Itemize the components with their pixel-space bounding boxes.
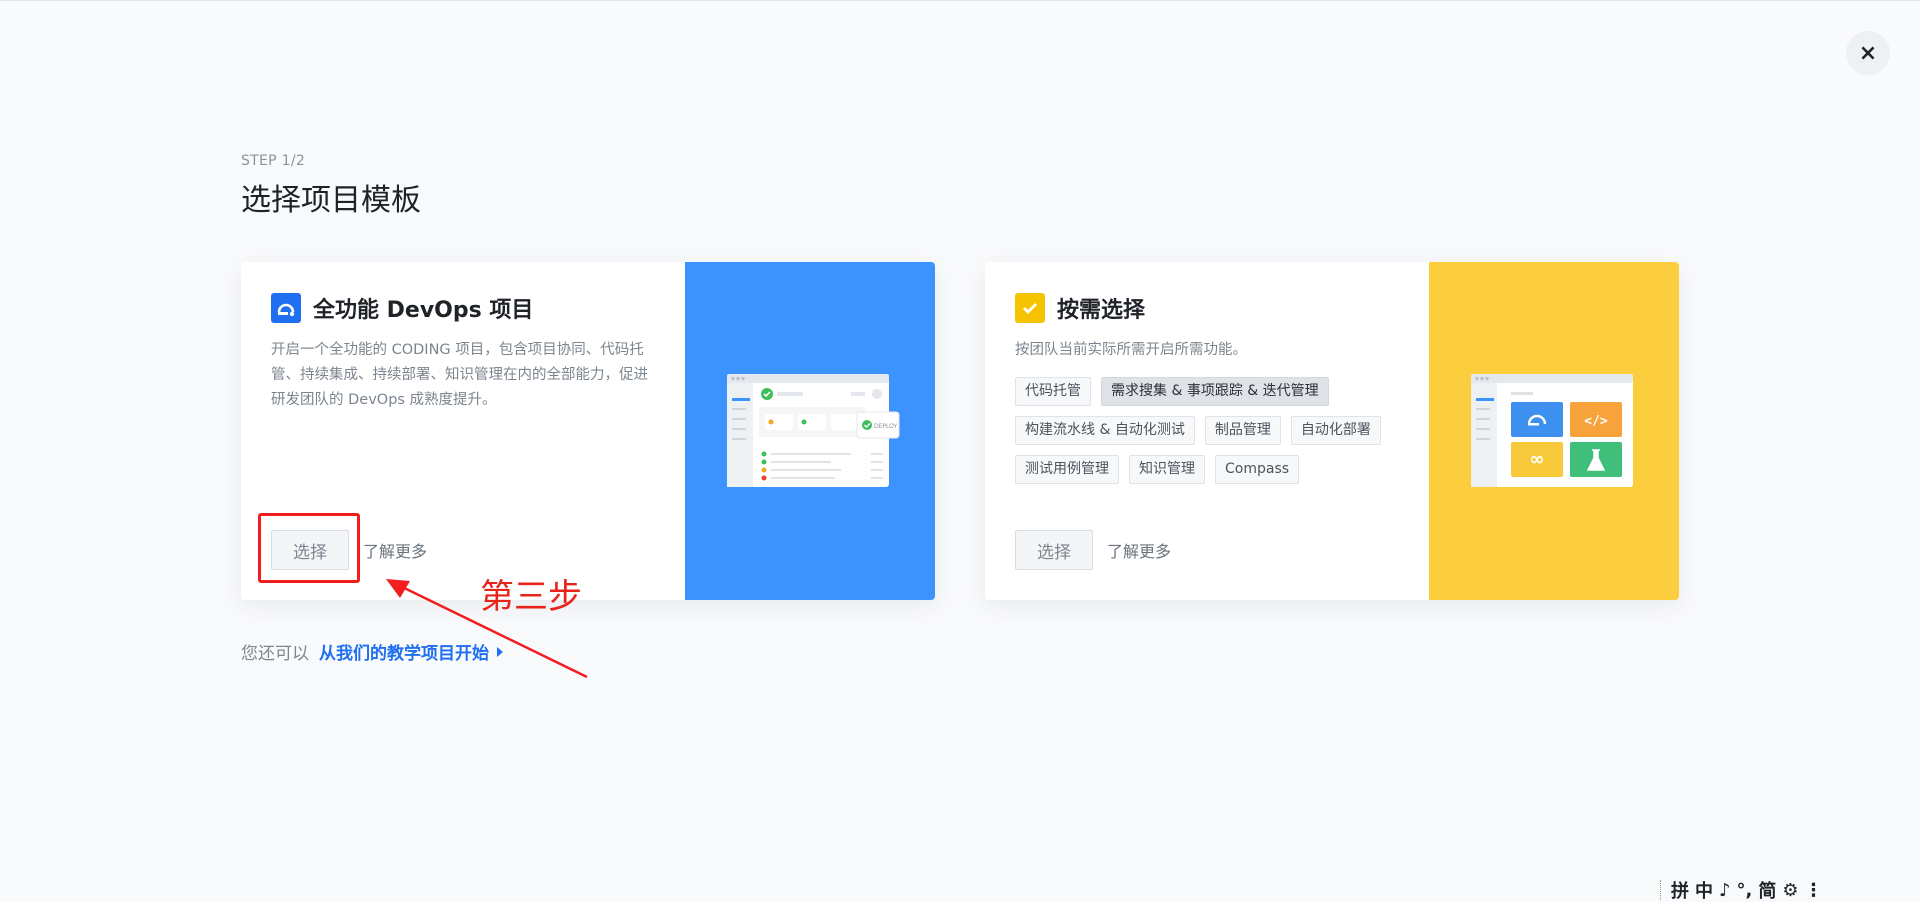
svg-text:</>: </>: [1584, 414, 1608, 429]
feature-tag[interactable]: Compass: [1215, 455, 1300, 484]
learn-more-link[interactable]: 了解更多: [1107, 538, 1171, 562]
close-button[interactable]: ×: [1846, 31, 1890, 75]
devops-illustration: DEPLOY: [727, 374, 900, 487]
feature-tags: 代码托管 需求搜集 & 事项跟踪 & 迭代管理 构建流水线 & 自动化测试 制品…: [1015, 377, 1405, 484]
ime-pinyin-icon[interactable]: 拼: [1671, 877, 1689, 902]
page-title: 选择项目模板: [241, 183, 421, 218]
ime-moon-icon[interactable]: ♪: [1719, 880, 1731, 901]
svg-text:∞: ∞: [1530, 449, 1545, 470]
template-card-devops[interactable]: 全功能 DevOps 项目 开启一个全功能的 CODING 项目，包含项目协同、…: [241, 262, 935, 600]
select-button[interactable]: 选择: [271, 530, 349, 570]
tip-prefix: 您还可以: [241, 644, 309, 664]
card-title: 按需选择: [1057, 298, 1146, 323]
close-icon: ×: [1858, 40, 1878, 66]
card-illustration: </> ∞: [1429, 262, 1679, 600]
step-indicator: STEP 1/2: [241, 153, 306, 169]
checkbox-icon: [1015, 293, 1045, 323]
card-actions: 选择 了解更多: [1015, 530, 1171, 570]
ime-more-icon[interactable]: ⋮: [1804, 880, 1822, 901]
card-description: 按团队当前实际所需开启所需功能。: [1015, 342, 1247, 358]
devops-logo-icon: [271, 293, 301, 323]
learn-more-link[interactable]: 了解更多: [363, 538, 427, 562]
ime-chinese-mode[interactable]: 中: [1695, 877, 1713, 902]
annotation-label: 第三步: [480, 577, 582, 617]
select-button[interactable]: 选择: [1015, 530, 1093, 570]
card-title: 全功能 DevOps 项目: [313, 298, 534, 323]
feature-tag[interactable]: 知识管理: [1129, 455, 1205, 484]
card-actions: 选择 了解更多: [271, 530, 427, 570]
card-body: 按需选择 按团队当前实际所需开启所需功能。 代码托管 需求搜集 & 事项跟踪 &…: [985, 262, 1429, 600]
modules-illustration: </> ∞: [1471, 374, 1633, 487]
feature-tag[interactable]: 代码托管: [1015, 377, 1091, 406]
ime-simplified-mode[interactable]: 简: [1758, 877, 1776, 902]
card-description: 开启一个全功能的 CODING 项目，包含项目协同、代码托管、持续集成、持续部署…: [271, 342, 648, 408]
feature-tag[interactable]: 构建流水线 & 自动化测试: [1015, 416, 1195, 445]
ime-toolbar[interactable]: 拼 中 ♪ °, 简 ⚙ ⋮: [1660, 877, 1822, 902]
feature-tag[interactable]: 测试用例管理: [1015, 455, 1119, 484]
card-header: 全功能 DevOps 项目: [271, 292, 655, 324]
feature-tag[interactable]: 自动化部署: [1290, 416, 1381, 445]
card-illustration: DEPLOY: [685, 262, 935, 600]
ime-divider: [1660, 880, 1661, 900]
deploy-label: DEPLOY: [874, 423, 898, 430]
ime-punctuation-icon[interactable]: °,: [1737, 880, 1753, 901]
card-body: 全功能 DevOps 项目 开启一个全功能的 CODING 项目，包含项目协同、…: [241, 262, 685, 600]
feature-tag[interactable]: 制品管理: [1204, 416, 1281, 445]
card-header: 按需选择: [1015, 292, 1399, 324]
template-card-custom[interactable]: 按需选择 按团队当前实际所需开启所需功能。 代码托管 需求搜集 & 事项跟踪 &…: [985, 262, 1679, 600]
ime-settings-icon[interactable]: ⚙: [1782, 880, 1798, 901]
feature-tag[interactable]: 需求搜集 & 事项跟踪 & 迭代管理: [1101, 377, 1329, 406]
